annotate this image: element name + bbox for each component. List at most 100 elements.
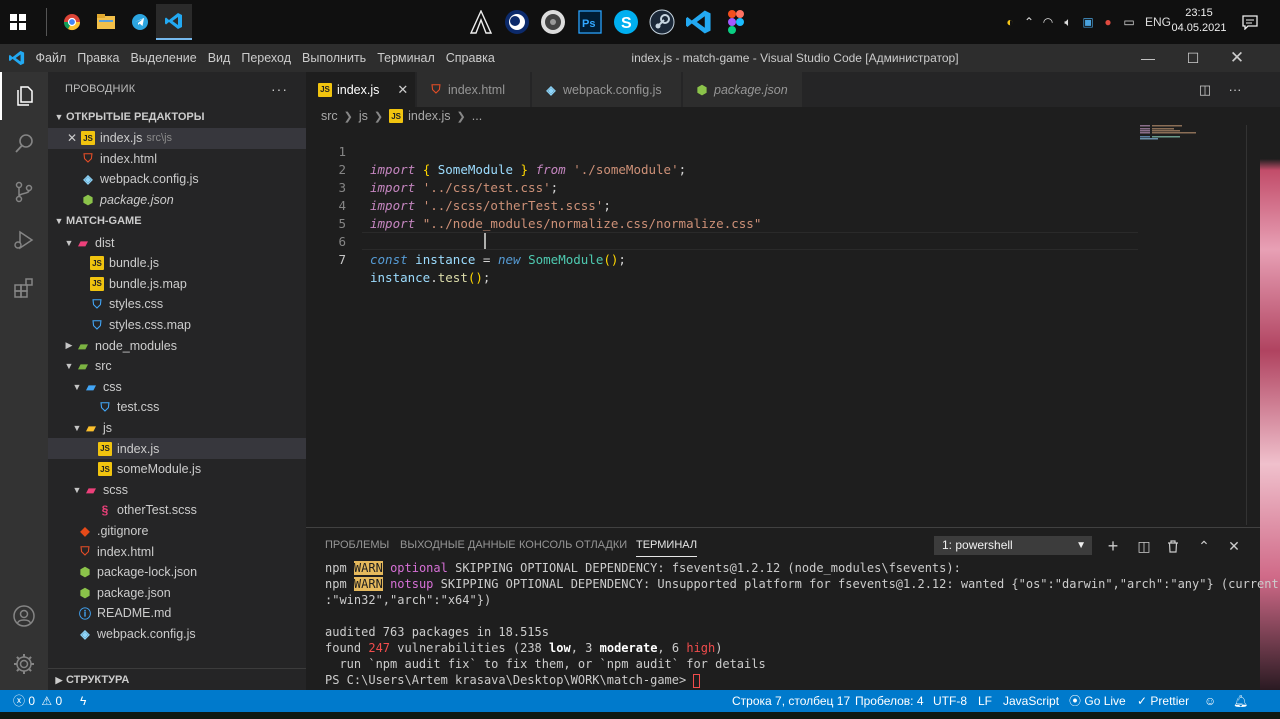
project-header[interactable]: ▼ MATCH-GAME bbox=[48, 210, 306, 232]
open-editor-item[interactable]: ✕ JS index.js src\js bbox=[48, 128, 306, 149]
tree-folder[interactable]: ▼ ▰ js bbox=[48, 418, 306, 439]
open-editor-item[interactable]: ⬢ package.json bbox=[48, 190, 306, 211]
tab-output[interactable]: ВЫХОДНЫЕ ДАННЫЕ bbox=[400, 528, 516, 563]
tree-folder[interactable]: ▼ ▰ dist bbox=[48, 232, 306, 253]
tree-file[interactable]: ⬢ package.json bbox=[48, 582, 306, 603]
tree-file[interactable]: JS bundle.js bbox=[48, 253, 306, 274]
tray-chevron-icon[interactable]: ⌃ bbox=[1020, 15, 1038, 29]
maximize-button[interactable]: ☐ bbox=[1171, 44, 1215, 72]
menu-file[interactable]: Файл bbox=[30, 51, 72, 65]
indentation[interactable]: Пробелов: 4 bbox=[855, 690, 924, 712]
tree-file[interactable]: ⛉ index.html bbox=[48, 541, 306, 562]
cursor-position[interactable]: Строка 7, столбец 17 bbox=[732, 690, 850, 712]
manage-gear-icon[interactable] bbox=[0, 640, 48, 688]
tree-file[interactable]: ⛉ test.css bbox=[48, 397, 306, 418]
menu-selection[interactable]: Выделение bbox=[125, 51, 202, 65]
close-window-button[interactable]: ✕ bbox=[1215, 44, 1259, 72]
open-editors-header[interactable]: ▼ ОТКРЫТЫЕ РЕДАКТОРЫ bbox=[48, 106, 306, 128]
menu-view[interactable]: Вид bbox=[202, 51, 236, 65]
breadcrumb-item[interactable]: js bbox=[359, 109, 368, 123]
close-icon[interactable]: ✕ bbox=[397, 82, 408, 98]
language-mode[interactable]: JavaScript bbox=[1003, 690, 1059, 712]
tab-terminal[interactable]: ТЕРМИНАЛ bbox=[636, 528, 698, 563]
file-explorer-icon[interactable] bbox=[88, 4, 124, 40]
tree-file[interactable]: ◈ webpack.config.js bbox=[48, 624, 306, 645]
menu-run[interactable]: Выполнить bbox=[297, 51, 372, 65]
tree-file[interactable]: ⛉ styles.css bbox=[48, 294, 306, 315]
volume-icon[interactable]: 🔈︎ bbox=[1058, 15, 1078, 30]
outline-header[interactable]: ▶ СТРУКТУРА bbox=[48, 668, 306, 690]
terminal-select[interactable]: 1: powershell ▼ bbox=[934, 536, 1092, 555]
tree-file[interactable]: ⬢ package-lock.json bbox=[48, 562, 306, 583]
tab-package-json[interactable]: ⬢ package.json bbox=[683, 72, 803, 107]
feedback-icon[interactable]: ☺ bbox=[1204, 690, 1216, 712]
tray-app2-icon[interactable]: ▣ bbox=[1078, 15, 1098, 29]
menu-help[interactable]: Справка bbox=[440, 51, 500, 65]
notifications-icon[interactable] bbox=[1232, 4, 1268, 40]
tree-file[interactable]: ⛉ styles.css.map bbox=[48, 315, 306, 336]
tree-file[interactable]: JS someModule.js bbox=[48, 459, 306, 480]
assassins-creed-icon[interactable] bbox=[463, 4, 499, 40]
search-icon[interactable] bbox=[0, 120, 48, 168]
photoshop-icon[interactable]: Ps bbox=[572, 4, 608, 40]
terminal-output[interactable]: npm WARN optional SKIPPING OPTIONAL DEPE… bbox=[325, 560, 1280, 688]
skype-icon[interactable]: S bbox=[608, 4, 644, 40]
prettier-button[interactable]: ✓ Prettier bbox=[1137, 690, 1189, 712]
line-ending[interactable]: LF bbox=[978, 690, 992, 712]
bell-icon[interactable]: 🔔︎ bbox=[1233, 690, 1248, 712]
open-editor-item[interactable]: ◈ webpack.config.js bbox=[48, 169, 306, 190]
tree-file[interactable]: ◆ .gitignore bbox=[48, 521, 306, 542]
cinema4d-icon[interactable] bbox=[499, 4, 535, 40]
menu-terminal[interactable]: Терминал bbox=[372, 51, 441, 65]
explorer-icon[interactable] bbox=[0, 72, 48, 120]
audio-app-icon[interactable] bbox=[535, 4, 571, 40]
live-share-icon[interactable]: ϟ bbox=[80, 690, 86, 712]
tree-folder[interactable]: ▼ ▰ src bbox=[48, 356, 306, 377]
breadcrumb-item[interactable]: index.js bbox=[408, 109, 450, 123]
tray-app3-icon[interactable]: ● bbox=[1098, 15, 1118, 29]
more-actions-icon[interactable]: ··· bbox=[271, 72, 288, 106]
battery-icon[interactable]: ▭ bbox=[1118, 15, 1140, 29]
open-editor-item[interactable]: ⛉ index.html bbox=[48, 149, 306, 170]
tree-file[interactable]: ⓘ README.md bbox=[48, 603, 306, 624]
vscode-icon[interactable] bbox=[681, 4, 717, 40]
tab-debug-console[interactable]: КОНСОЛЬ ОТЛАДКИ bbox=[519, 528, 627, 563]
split-terminal-icon[interactable]: ◫ bbox=[1133, 535, 1155, 557]
breadcrumb-item[interactable]: ... bbox=[472, 109, 482, 123]
more-actions-icon[interactable]: ··· bbox=[1220, 72, 1250, 107]
problems-indicator[interactable]: ⓧ 0 ⚠ 0 bbox=[13, 690, 62, 712]
encoding[interactable]: UTF-8 bbox=[933, 690, 967, 712]
close-icon[interactable]: ✕ bbox=[65, 131, 79, 145]
menu-edit[interactable]: Правка bbox=[72, 51, 125, 65]
tab-webpack-config[interactable]: ◈ webpack.config.js bbox=[532, 72, 682, 107]
run-debug-icon[interactable] bbox=[0, 216, 48, 264]
extensions-icon[interactable] bbox=[0, 264, 48, 312]
go-live-button[interactable]: ⦿ Go Live bbox=[1069, 690, 1126, 712]
close-panel-icon[interactable]: ✕ bbox=[1223, 535, 1245, 557]
telegram-icon[interactable] bbox=[122, 4, 158, 40]
tab-index-js[interactable]: JS index.js ✕ bbox=[306, 72, 416, 107]
tree-folder[interactable]: ▼ ▰ css bbox=[48, 377, 306, 398]
tree-folder[interactable]: ▼ ▰ scss bbox=[48, 480, 306, 501]
source-control-icon[interactable] bbox=[0, 168, 48, 216]
figma-icon[interactable] bbox=[718, 4, 754, 40]
wifi-icon[interactable]: ◠ bbox=[1038, 15, 1058, 29]
steam-icon[interactable] bbox=[644, 4, 680, 40]
tree-file[interactable]: JS index.js bbox=[48, 438, 306, 459]
tray-app-icon[interactable]: ◐ bbox=[1000, 15, 1020, 29]
new-terminal-icon[interactable]: + bbox=[1102, 535, 1124, 557]
vscode-taskbar-icon[interactable] bbox=[156, 4, 192, 40]
tree-file[interactable]: JS bundle.js.map bbox=[48, 274, 306, 295]
trash-icon[interactable] bbox=[1162, 535, 1184, 557]
chrome-icon[interactable] bbox=[54, 4, 90, 40]
editor-scrollbar[interactable] bbox=[1246, 125, 1260, 525]
tab-index-html[interactable]: ⛉ index.html bbox=[417, 72, 531, 107]
accounts-icon[interactable] bbox=[0, 592, 48, 640]
clock[interactable]: 23:15 04.05.2021 bbox=[1166, 6, 1232, 36]
menu-go[interactable]: Переход bbox=[236, 51, 297, 65]
maximize-panel-icon[interactable]: ⌃ bbox=[1193, 535, 1215, 557]
tree-folder[interactable]: ▶ ▰ node_modules bbox=[48, 335, 306, 356]
code-editor[interactable]: 1 import { SomeModule } from './someModu… bbox=[306, 125, 1246, 525]
tab-problems[interactable]: ПРОБЛЕМЫ bbox=[325, 528, 389, 563]
minimap[interactable] bbox=[1140, 125, 1245, 141]
